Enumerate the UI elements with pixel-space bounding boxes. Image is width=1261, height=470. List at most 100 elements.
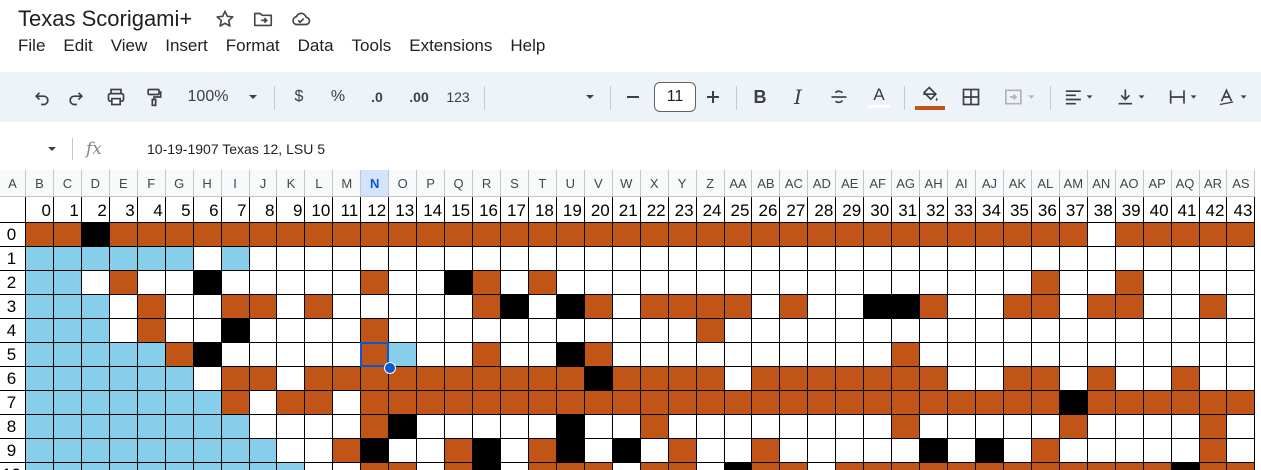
score-cell-white[interactable] bbox=[1115, 319, 1144, 343]
column-header-u[interactable]: U bbox=[556, 170, 585, 197]
score-cell-orange[interactable] bbox=[528, 367, 557, 391]
column-header-ak[interactable]: AK bbox=[1003, 170, 1032, 197]
score-cell-orange[interactable] bbox=[892, 415, 921, 439]
score-cell-white[interactable] bbox=[249, 247, 278, 271]
text-wrap-button[interactable] bbox=[1162, 72, 1206, 122]
score-cell-white[interactable] bbox=[1003, 319, 1032, 343]
score-cell-white[interactable] bbox=[333, 415, 362, 439]
score-cell-white[interactable] bbox=[780, 415, 809, 439]
score-cell-blue[interactable] bbox=[81, 415, 110, 439]
score-cell-white[interactable] bbox=[1059, 247, 1088, 271]
score-cell-white[interactable] bbox=[752, 271, 781, 295]
score-cell-white[interactable] bbox=[892, 439, 921, 463]
score-cell-orange[interactable] bbox=[389, 223, 418, 247]
score-cell-orange[interactable] bbox=[137, 319, 166, 343]
score-cell-white[interactable] bbox=[808, 343, 837, 367]
score-cell-white[interactable] bbox=[724, 367, 753, 391]
column-header-af[interactable]: AF bbox=[864, 170, 893, 197]
score-cell-orange[interactable] bbox=[612, 391, 641, 415]
score-cell-white[interactable] bbox=[445, 415, 474, 439]
score-cell-white[interactable] bbox=[333, 319, 362, 343]
score-cell-white[interactable] bbox=[1087, 343, 1116, 367]
score-cell-white[interactable] bbox=[696, 439, 725, 463]
score-column-label[interactable]: 33 bbox=[948, 197, 976, 223]
score-column-label[interactable]: 8 bbox=[249, 197, 278, 223]
score-cell-orange[interactable] bbox=[1003, 391, 1032, 415]
score-cell-white[interactable] bbox=[836, 343, 865, 367]
score-cell-orange[interactable] bbox=[808, 367, 837, 391]
score-cell-orange[interactable] bbox=[528, 271, 557, 295]
score-cell-white[interactable] bbox=[1115, 343, 1144, 367]
score-cell-orange[interactable] bbox=[584, 391, 613, 415]
score-cell-blue[interactable] bbox=[193, 391, 222, 415]
score-cell-white[interactable] bbox=[277, 247, 306, 271]
score-cell-white[interactable] bbox=[81, 271, 110, 295]
score-cell-blue[interactable] bbox=[193, 439, 222, 463]
score-cell-black[interactable] bbox=[556, 295, 585, 319]
score-cell-white[interactable] bbox=[556, 247, 585, 271]
score-cell-orange[interactable] bbox=[640, 391, 669, 415]
score-cell-white[interactable] bbox=[696, 247, 725, 271]
score-cell-orange[interactable] bbox=[780, 391, 809, 415]
score-cell-orange[interactable] bbox=[333, 223, 362, 247]
score-cell-orange[interactable] bbox=[445, 463, 474, 470]
menu-data[interactable]: Data bbox=[298, 36, 334, 60]
score-cell-white[interactable] bbox=[333, 295, 362, 319]
score-cell-white[interactable] bbox=[1115, 367, 1144, 391]
score-column-label[interactable]: 12 bbox=[361, 197, 390, 223]
score-cell-white[interactable] bbox=[808, 439, 837, 463]
score-cell-white[interactable] bbox=[668, 415, 697, 439]
score-column-label[interactable]: 3 bbox=[109, 197, 138, 223]
score-cell-white[interactable] bbox=[417, 247, 446, 271]
score-cell-black[interactable] bbox=[556, 415, 585, 439]
score-cell-orange[interactable] bbox=[948, 223, 976, 247]
score-cell-blue[interactable] bbox=[221, 415, 250, 439]
score-cell-white[interactable] bbox=[1143, 247, 1172, 271]
score-cell-orange[interactable] bbox=[752, 391, 781, 415]
menu-extensions[interactable]: Extensions bbox=[409, 36, 492, 60]
score-cell-orange[interactable] bbox=[53, 223, 82, 247]
score-cell-white[interactable] bbox=[501, 271, 529, 295]
score-cell-orange[interactable] bbox=[1003, 367, 1032, 391]
score-cell-white[interactable] bbox=[1059, 319, 1088, 343]
column-header-ae[interactable]: AE bbox=[836, 170, 865, 197]
score-cell-blue[interactable] bbox=[53, 319, 82, 343]
score-cell-black[interactable] bbox=[445, 271, 474, 295]
score-cell-orange[interactable] bbox=[221, 367, 250, 391]
score-cell-orange[interactable] bbox=[305, 391, 334, 415]
column-header-v[interactable]: V bbox=[584, 170, 613, 197]
score-cell-white[interactable] bbox=[724, 343, 753, 367]
score-cell-white[interactable] bbox=[584, 415, 613, 439]
score-cell-blue[interactable] bbox=[137, 247, 166, 271]
score-cell-blue[interactable] bbox=[26, 391, 54, 415]
score-cell-white[interactable] bbox=[836, 319, 865, 343]
column-header-e[interactable]: E bbox=[109, 170, 138, 197]
column-header-an[interactable]: AN bbox=[1087, 170, 1116, 197]
borders-button[interactable] bbox=[958, 72, 984, 122]
score-column-label[interactable]: 2 bbox=[81, 197, 110, 223]
score-cell-white[interactable] bbox=[864, 247, 893, 271]
score-cell-orange[interactable] bbox=[752, 223, 781, 247]
score-cell-white[interactable] bbox=[836, 271, 865, 295]
score-cell-orange[interactable] bbox=[556, 463, 585, 470]
score-cell-blue[interactable] bbox=[53, 247, 82, 271]
score-cell-white[interactable] bbox=[1227, 439, 1256, 463]
score-cell-white[interactable] bbox=[752, 343, 781, 367]
score-cell-blue[interactable] bbox=[26, 247, 54, 271]
score-cell-orange[interactable] bbox=[668, 439, 697, 463]
score-cell-white[interactable] bbox=[305, 415, 334, 439]
score-cell-white[interactable] bbox=[948, 295, 976, 319]
score-cell-white[interactable] bbox=[808, 415, 837, 439]
score-cell-white[interactable] bbox=[920, 319, 949, 343]
score-cell-black[interactable] bbox=[612, 439, 641, 463]
score-cell-orange[interactable] bbox=[1171, 367, 1200, 391]
score-cell-orange[interactable] bbox=[473, 223, 501, 247]
score-cell-white[interactable] bbox=[584, 271, 613, 295]
score-row-label[interactable]: 4 bbox=[0, 319, 26, 343]
score-cell-orange[interactable] bbox=[501, 223, 529, 247]
score-cell-orange[interactable] bbox=[640, 463, 669, 470]
score-cell-blue[interactable] bbox=[221, 439, 250, 463]
column-header-l[interactable]: L bbox=[305, 170, 334, 197]
score-cell-orange[interactable] bbox=[26, 223, 54, 247]
score-cell-white[interactable] bbox=[333, 271, 362, 295]
